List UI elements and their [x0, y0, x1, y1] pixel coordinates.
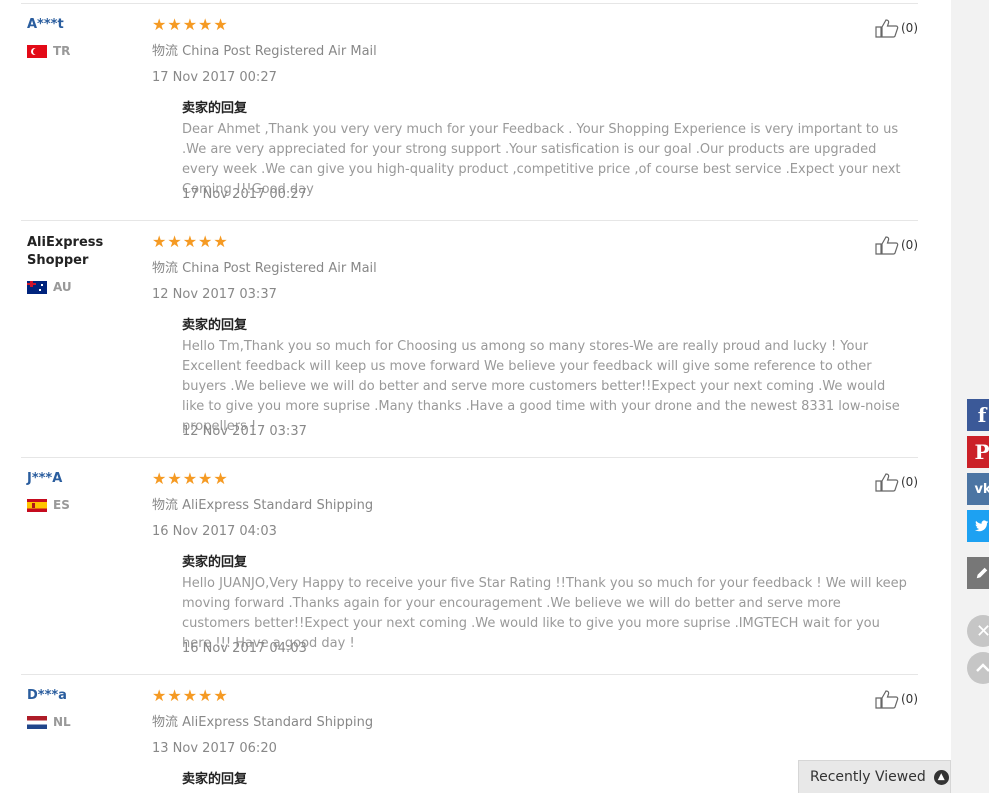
- review-date: 16 Nov 2017 04:03: [152, 524, 277, 539]
- thumbs-up-icon: [875, 690, 899, 709]
- seller-reply-date: 12 Nov 2017 03:37: [182, 424, 307, 439]
- star-icon: ★: [167, 15, 182, 34]
- edit-button[interactable]: [967, 557, 989, 589]
- star-icon: ★: [213, 686, 228, 705]
- star-icon: ★: [152, 469, 167, 488]
- seller-reply-title: 卖家的回复: [182, 772, 248, 787]
- twitter-icon: [975, 520, 989, 532]
- star-rating: ★ ★ ★ ★ ★: [152, 688, 228, 704]
- star-icon: ★: [167, 686, 182, 705]
- vk-share-button[interactable]: vk: [967, 473, 989, 505]
- star-icon: ★: [198, 469, 213, 488]
- helpful-button[interactable]: (0): [875, 18, 918, 38]
- shipping-value: China Post Registered Air Mail: [182, 44, 377, 59]
- helpful-button[interactable]: (0): [875, 235, 918, 255]
- recently-viewed-label: Recently Viewed: [810, 769, 926, 785]
- flag-nl-icon: [27, 715, 47, 729]
- seller-reply-title: 卖家的回复: [182, 555, 248, 570]
- shipping-value: AliExpress Standard Shipping: [182, 498, 374, 513]
- star-icon: ★: [198, 15, 213, 34]
- star-icon: ★: [167, 232, 182, 251]
- twitter-share-button[interactable]: [967, 510, 989, 542]
- star-icon: ★: [213, 232, 228, 251]
- star-rating: ★ ★ ★ ★ ★: [152, 471, 228, 487]
- flag-tr-icon: [27, 44, 47, 58]
- pinterest-icon: P: [974, 440, 989, 464]
- shipping-value: AliExpress Standard Shipping: [182, 715, 374, 730]
- buyer-country: ES: [27, 498, 70, 512]
- buyer-country: AU: [27, 280, 72, 294]
- buyer-name[interactable]: J***A: [27, 471, 62, 486]
- star-rating: ★ ★ ★ ★ ★: [152, 234, 228, 250]
- star-icon: ★: [182, 469, 198, 488]
- buyer-name[interactable]: A***t: [27, 17, 64, 32]
- star-icon: ★: [167, 469, 182, 488]
- shipping-value: China Post Registered Air Mail: [182, 261, 377, 276]
- seller-reply-date: 16 Nov 2017 04:03: [182, 641, 307, 656]
- review-date: 12 Nov 2017 03:37: [152, 287, 277, 302]
- vk-icon: vk: [974, 481, 989, 497]
- helpful-count: (0): [901, 21, 918, 35]
- seller-reply-title: 卖家的回复: [182, 101, 248, 116]
- pencil-icon: [976, 567, 988, 579]
- chevron-up-icon: ▲: [933, 769, 949, 785]
- star-icon: ★: [213, 15, 228, 34]
- star-icon: ★: [198, 686, 213, 705]
- country-code: TR: [53, 44, 71, 58]
- star-icon: ★: [152, 232, 167, 251]
- close-icon: ✕: [976, 620, 989, 642]
- thumbs-up-icon: [875, 19, 899, 38]
- review-date: 17 Nov 2017 00:27: [152, 70, 277, 85]
- country-code: AU: [53, 280, 72, 294]
- buyer-country: TR: [27, 44, 70, 58]
- shipping-label: 物流: [152, 44, 179, 59]
- star-icon: ★: [182, 232, 198, 251]
- helpful-count: (0): [901, 238, 918, 252]
- seller-reply-text: Hello Tm,Thank you so much for Choosing …: [182, 339, 900, 434]
- thumbs-up-icon: [875, 473, 899, 492]
- divider: [21, 220, 918, 221]
- flag-es-icon: [27, 498, 47, 512]
- helpful-button[interactable]: (0): [875, 689, 918, 709]
- helpful-count: (0): [901, 475, 918, 489]
- thumbs-up-icon: [875, 236, 899, 255]
- buyer-name[interactable]: D***a: [27, 688, 67, 703]
- star-rating: ★ ★ ★ ★ ★: [152, 17, 228, 33]
- shipping-method: 物流 AliExpress Standard Shipping: [152, 711, 373, 730]
- helpful-button[interactable]: (0): [875, 472, 918, 492]
- shipping-method: 物流 China Post Registered Air Mail: [152, 257, 377, 276]
- buyer-name[interactable]: AliExpress Shopper: [27, 234, 137, 270]
- country-code: NL: [53, 715, 71, 729]
- divider: [21, 674, 918, 675]
- shipping-label: 物流: [152, 498, 179, 513]
- star-icon: ★: [213, 469, 228, 488]
- buyer-country: NL: [27, 715, 71, 729]
- facebook-share-button[interactable]: f: [967, 399, 989, 431]
- star-icon: ★: [152, 15, 167, 34]
- divider: [21, 457, 918, 458]
- shipping-method: 物流 AliExpress Standard Shipping: [152, 494, 373, 513]
- shipping-label: 物流: [152, 261, 179, 276]
- seller-reply-title: 卖家的回复: [182, 318, 248, 333]
- recently-viewed-bar[interactable]: Recently Viewed ▲: [798, 760, 951, 793]
- star-icon: ★: [182, 15, 198, 34]
- star-icon: ★: [198, 232, 213, 251]
- chevron-up-icon: [976, 663, 989, 672]
- star-icon: ★: [152, 686, 167, 705]
- country-code: ES: [53, 498, 70, 512]
- helpful-count: (0): [901, 692, 918, 706]
- facebook-icon: f: [977, 403, 987, 427]
- divider: [21, 3, 918, 4]
- shipping-label: 物流: [152, 715, 179, 730]
- pinterest-share-button[interactable]: P: [967, 436, 989, 468]
- flag-au-icon: [27, 280, 47, 294]
- shipping-method: 物流 China Post Registered Air Mail: [152, 40, 377, 59]
- seller-reply-date: 17 Nov 2017 00:27: [182, 187, 307, 202]
- review-date: 13 Nov 2017 06:20: [152, 741, 277, 756]
- star-icon: ★: [182, 686, 198, 705]
